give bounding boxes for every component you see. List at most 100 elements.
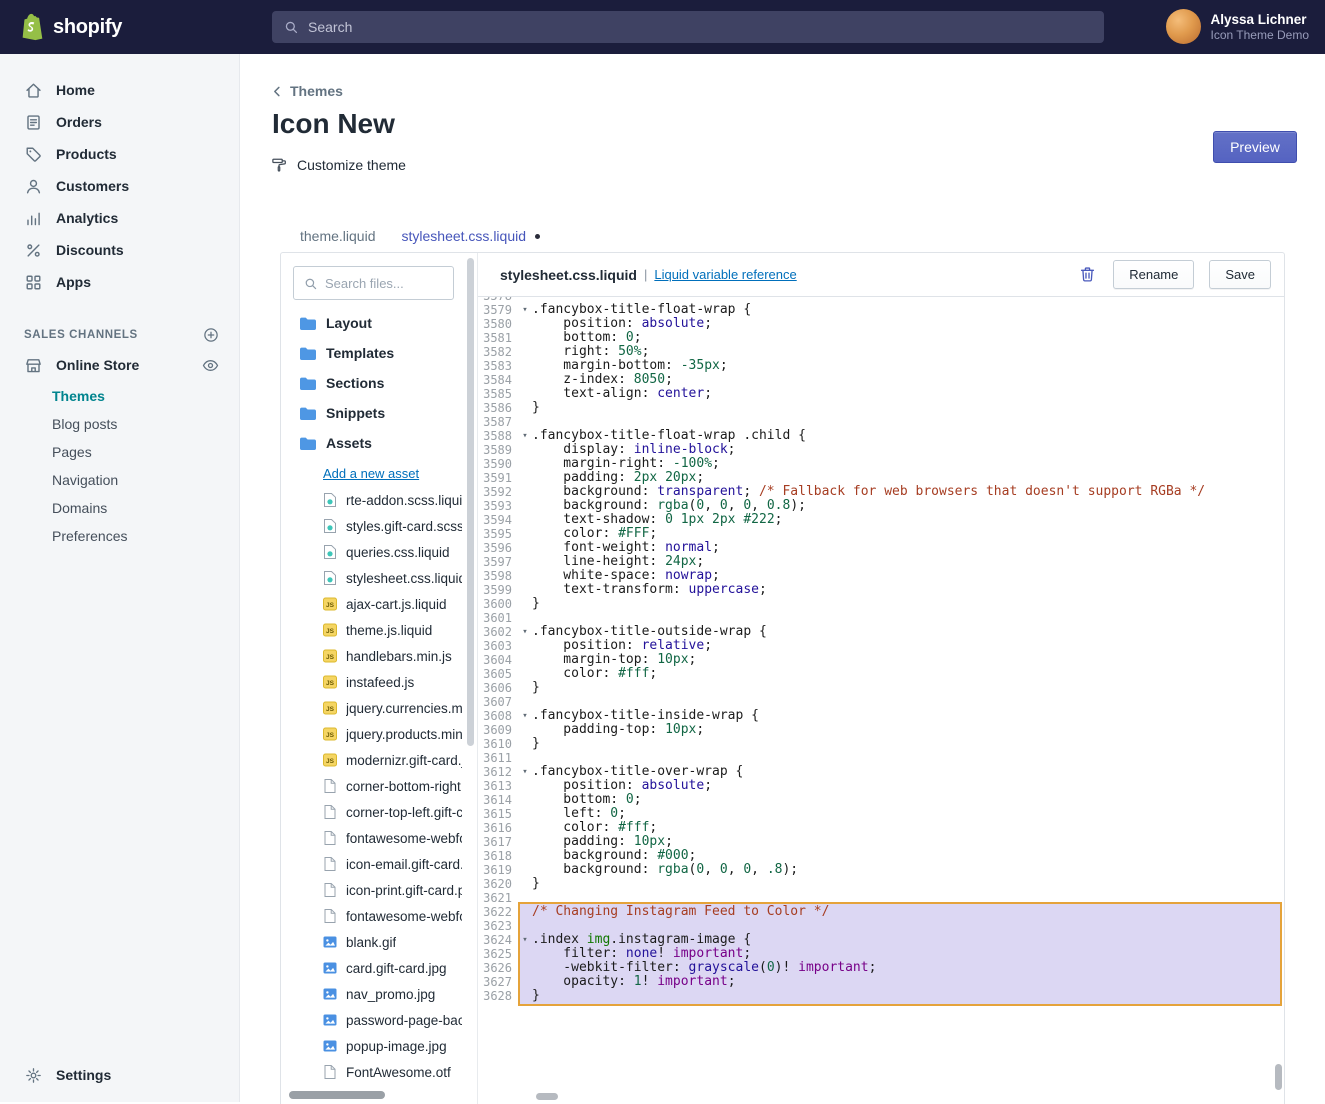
code-line[interactable]: 3616 color: #fff;	[478, 821, 1284, 835]
file-styles-gift-card-scss-liquid[interactable]: styles.gift-card.scss.liquid	[281, 513, 464, 539]
file-fontawesome-otf[interactable]: FontAwesome.otf	[281, 1059, 464, 1085]
code-line[interactable]: 3606}	[478, 681, 1284, 695]
code-line[interactable]: 3615 left: 0;	[478, 807, 1284, 821]
add-asset-link[interactable]: Add a new asset	[323, 466, 464, 481]
delete-file-button[interactable]	[1078, 265, 1098, 285]
sidebar-item-navigation[interactable]: Navigation	[0, 466, 239, 494]
sidebar-item-blog-posts[interactable]: Blog posts	[0, 410, 239, 438]
file-nav-promo-jpg[interactable]: nav_promo.jpg	[281, 981, 464, 1007]
file-password-page-background-jpg[interactable]: password-page-background.jpg	[281, 1007, 464, 1033]
file-corner-bottom-right-gift-card-png[interactable]: corner-bottom-right.gift-card.png	[281, 773, 464, 799]
sidebar-item-pages[interactable]: Pages	[0, 438, 239, 466]
code-line[interactable]: 3602▾.fancybox-title-outside-wrap {	[478, 625, 1284, 639]
code-line[interactable]: 3609 padding-top: 10px;	[478, 723, 1284, 737]
code-line[interactable]: 3607	[478, 695, 1284, 709]
shopify-logo[interactable]: shopify	[18, 0, 122, 54]
code-line[interactable]: 3589 display: inline-block;	[478, 443, 1284, 457]
fold-arrow-icon[interactable]: ▾	[518, 625, 532, 639]
file-rte-addon-scss-liquid[interactable]: rte-addon.scss.liquid	[281, 487, 464, 513]
folder-layout[interactable]: Layout	[281, 308, 464, 338]
code-line[interactable]: 3614 bottom: 0;	[478, 793, 1284, 807]
code-line[interactable]: 3627 opacity: 1! important;	[478, 975, 1284, 989]
sidebar-item-settings[interactable]: Settings	[0, 1058, 239, 1092]
file-card-gift-card-jpg[interactable]: card.gift-card.jpg	[281, 955, 464, 981]
tab-theme-liquid[interactable]: theme.liquid	[300, 228, 376, 244]
code-line[interactable]: 3592 background: transparent; /* Fallbac…	[478, 485, 1284, 499]
code-line[interactable]: 3608▾.fancybox-title-inside-wrap {	[478, 709, 1284, 723]
eye-icon[interactable]	[201, 356, 220, 375]
folder-assets[interactable]: Assets	[281, 428, 464, 458]
rename-button[interactable]: Rename	[1113, 260, 1194, 289]
folder-snippets[interactable]: Snippets	[281, 398, 464, 428]
sidebar-item-discounts[interactable]: Discounts	[0, 234, 239, 266]
file-icon-email-gift-card-png[interactable]: icon-email.gift-card.png	[281, 851, 464, 877]
code-line[interactable]: 3587	[478, 415, 1284, 429]
code-line[interactable]: 3579▾.fancybox-title-float-wrap {	[478, 303, 1284, 317]
code-line[interactable]: 3617 padding: 10px;	[478, 835, 1284, 849]
global-search[interactable]	[272, 11, 1104, 43]
file-popup-image-jpg[interactable]: popup-image.jpg	[281, 1033, 464, 1059]
code-line[interactable]: 3590 margin-right: -100%;	[478, 457, 1284, 471]
file-queries-css-liquid[interactable]: queries.css.liquid	[281, 539, 464, 565]
sidebar-item-apps[interactable]: Apps	[0, 266, 239, 298]
code-line[interactable]: 3598 white-space: nowrap;	[478, 569, 1284, 583]
file-fontawesome-webfont-eot[interactable]: fontawesome-webfont.eot	[281, 825, 464, 851]
code-line[interactable]: 3613 position: absolute;	[478, 779, 1284, 793]
code-line[interactable]: 3594 text-shadow: 0 1px 2px #222;	[478, 513, 1284, 527]
file-instafeed-js[interactable]: JSinstafeed.js	[281, 669, 464, 695]
file-jquery-currencies-min-js[interactable]: JSjquery.currencies.min.js	[281, 695, 464, 721]
code-line[interactable]: 3623	[478, 919, 1284, 933]
editor-vscrollbar[interactable]	[1275, 1064, 1282, 1090]
code-line[interactable]: 3625 filter: none! important;	[478, 947, 1284, 961]
tab-stylesheet-css-liquid[interactable]: stylesheet.css.liquid	[402, 228, 541, 244]
sidebar-item-orders[interactable]: Orders	[0, 106, 239, 138]
code-line[interactable]: 3628}	[478, 989, 1284, 1003]
fold-arrow-icon[interactable]: ▾	[518, 429, 532, 443]
file-search[interactable]	[293, 266, 454, 300]
circle-plus-icon[interactable]	[202, 326, 220, 344]
global-search-input[interactable]	[308, 19, 1093, 35]
code-line[interactable]: 3582 right: 50%;	[478, 345, 1284, 359]
file-fontawesome-webfont-woff[interactable]: fontawesome-webfont.woff	[281, 903, 464, 929]
code-line[interactable]: 3612▾.fancybox-title-over-wrap {	[478, 765, 1284, 779]
file-stylesheet-css-liquid[interactable]: stylesheet.css.liquid	[281, 565, 464, 591]
code-line[interactable]: 3620}	[478, 877, 1284, 891]
code-area[interactable]: 35783579▾.fancybox-title-float-wrap {358…	[478, 297, 1284, 1104]
code-line[interactable]: 3595 color: #FFF;	[478, 527, 1284, 541]
file-search-input[interactable]	[325, 276, 444, 291]
code-line[interactable]: 3596 font-weight: normal;	[478, 541, 1284, 555]
customize-theme-link[interactable]: Customize theme	[270, 156, 406, 174]
code-line[interactable]: 3621	[478, 891, 1284, 905]
code-line[interactable]: 3622/* Changing Instagram Feed to Color …	[478, 905, 1284, 919]
sidebar-item-themes[interactable]: Themes	[0, 382, 239, 410]
fold-arrow-icon[interactable]: ▾	[518, 303, 532, 317]
code-line[interactable]: 3626 -webkit-filter: grayscale(0)! impor…	[478, 961, 1284, 975]
code-line[interactable]: 3581 bottom: 0;	[478, 331, 1284, 345]
code-line[interactable]: 3585 text-align: center;	[478, 387, 1284, 401]
file-blank-gif[interactable]: blank.gif	[281, 929, 464, 955]
code-line[interactable]: 3619 background: rgba(0, 0, 0, .8);	[478, 863, 1284, 877]
code-line[interactable]: 3601	[478, 611, 1284, 625]
file-corner-top-left-gift-card-png[interactable]: corner-top-left.gift-card.png	[281, 799, 464, 825]
code-line[interactable]: 3591 padding: 2px 20px;	[478, 471, 1284, 485]
sidebar-item-preferences[interactable]: Preferences	[0, 522, 239, 550]
folder-sections[interactable]: Sections	[281, 368, 464, 398]
file-theme-js-liquid[interactable]: JStheme.js.liquid	[281, 617, 464, 643]
editor-hscrollbar[interactable]	[536, 1093, 558, 1100]
sidebar-item-products[interactable]: Products	[0, 138, 239, 170]
code-line[interactable]: 3584 z-index: 8050;	[478, 373, 1284, 387]
file-jquery-products-min-js[interactable]: JSjquery.products.min.js	[281, 721, 464, 747]
sidebar-item-customers[interactable]: Customers	[0, 170, 239, 202]
breadcrumb[interactable]: Themes	[270, 83, 343, 99]
file-handlebars-min-js[interactable]: JShandlebars.min.js	[281, 643, 464, 669]
folder-templates[interactable]: Templates	[281, 338, 464, 368]
code-line[interactable]: 3604 margin-top: 10px;	[478, 653, 1284, 667]
code-line[interactable]: 3597 line-height: 24px;	[478, 555, 1284, 569]
file-panel-hscrollbar[interactable]	[289, 1091, 385, 1099]
save-button[interactable]: Save	[1209, 260, 1271, 289]
code-line[interactable]: 3605 color: #fff;	[478, 667, 1284, 681]
sidebar-item-analytics[interactable]: Analytics	[0, 202, 239, 234]
sidebar-item-online-store[interactable]: Online Store	[0, 348, 239, 382]
file-icon-print-gift-card-png[interactable]: icon-print.gift-card.png	[281, 877, 464, 903]
file-panel-vscrollbar[interactable]	[467, 258, 474, 746]
